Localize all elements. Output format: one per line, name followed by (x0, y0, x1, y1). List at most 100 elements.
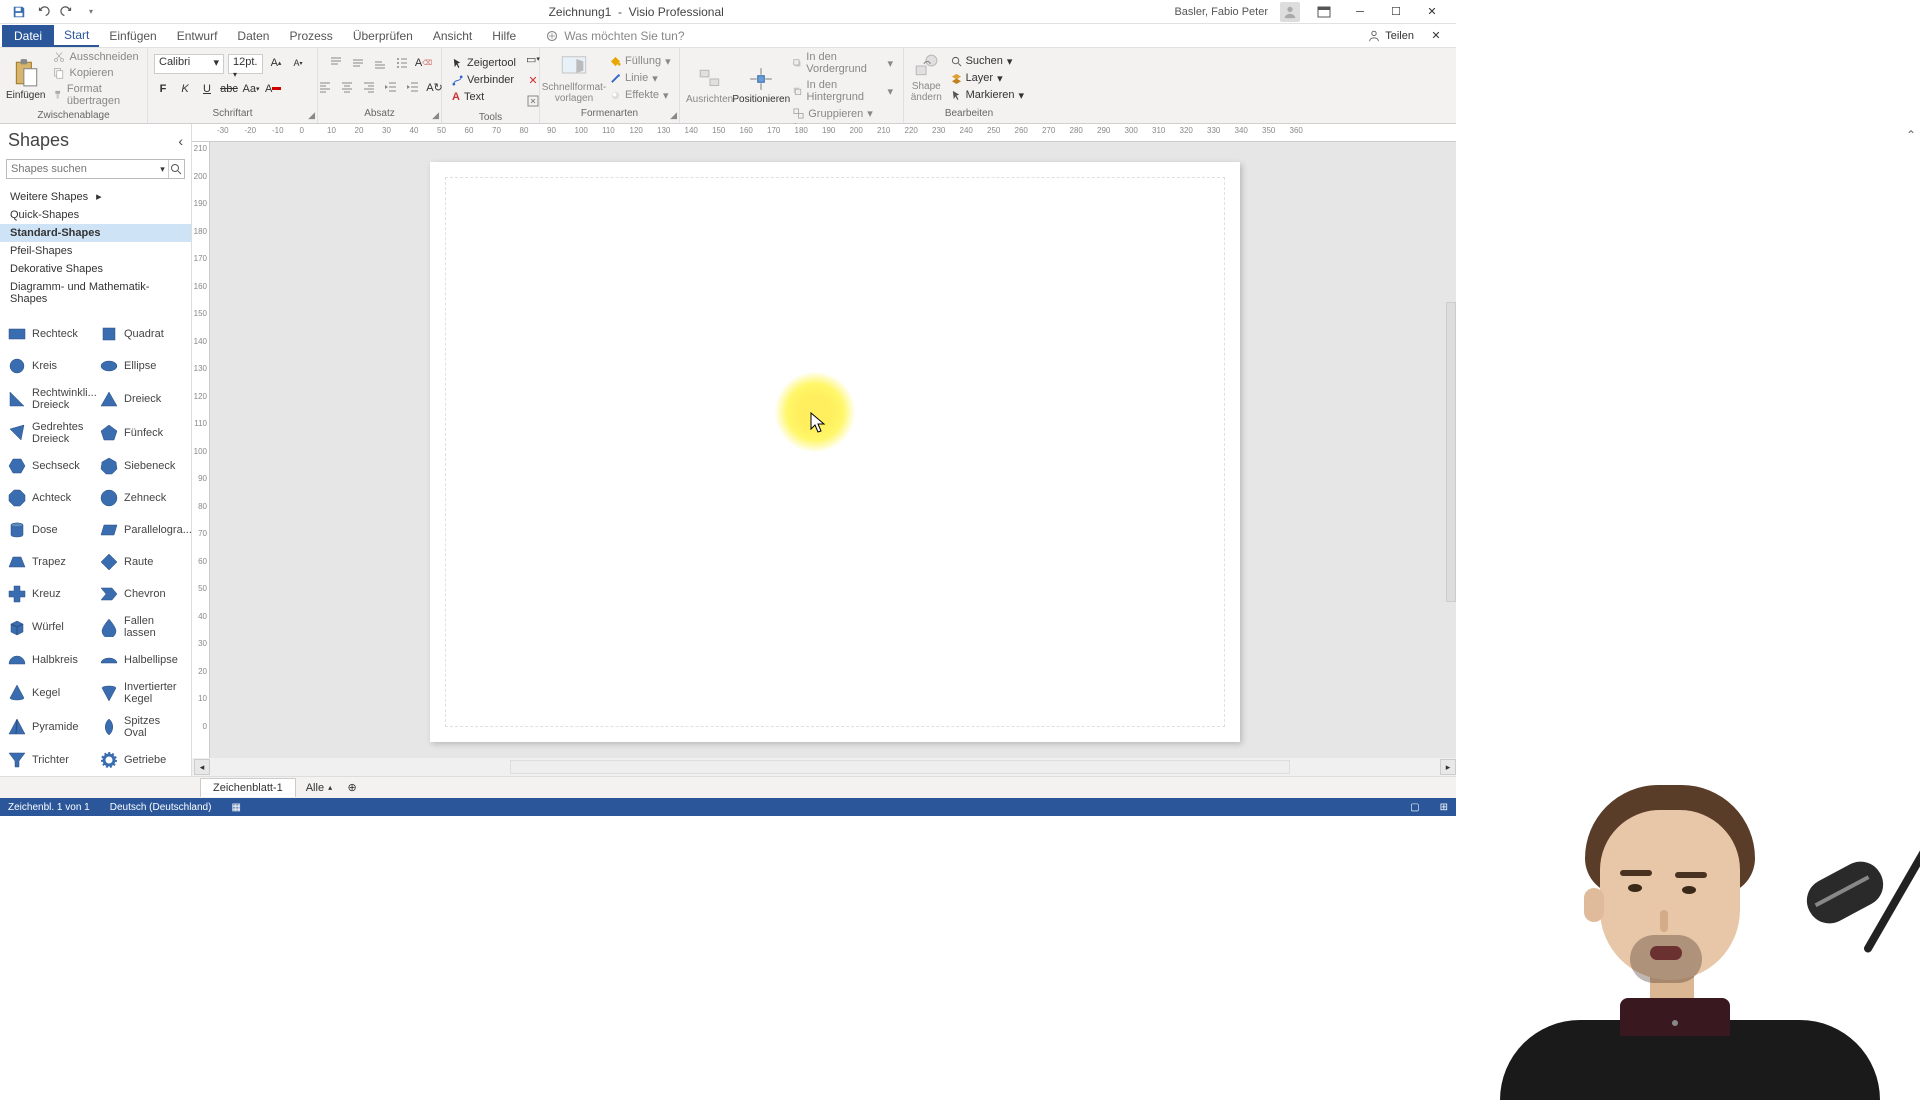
save-icon[interactable] (12, 5, 26, 19)
shape-semiell[interactable]: Halbellipse (94, 644, 186, 676)
tab-insert[interactable]: Einfügen (99, 26, 166, 46)
align-center-icon[interactable] (338, 78, 356, 96)
find-button[interactable]: Suchen ▾ (947, 54, 1028, 69)
vertical-scrollbar[interactable] (1446, 302, 1456, 602)
clear-format-icon[interactable]: A⌫ (415, 54, 433, 72)
italic-icon[interactable]: K (176, 80, 194, 98)
tab-review[interactable]: Überprüfen (343, 26, 423, 46)
hscroll-right-icon[interactable]: ▸ (1440, 759, 1456, 775)
shape-cube[interactable]: Würfel (2, 610, 94, 644)
minimize-icon[interactable]: ─ (1348, 2, 1372, 22)
shape-trap[interactable]: Trapez (2, 546, 94, 578)
shape-oct[interactable]: Achteck (2, 482, 94, 514)
comments-close-icon[interactable]: ✕ (1424, 26, 1448, 46)
font-name-select[interactable]: Calibri ▾ (154, 54, 224, 74)
shape-semi[interactable]: Halbkreis (2, 644, 94, 676)
align-middle-icon[interactable] (349, 54, 367, 72)
shape-rottri[interactable]: Gedrehtes Dreieck (2, 416, 94, 450)
stencil-diagram-shapes[interactable]: Diagramm- und Mathematik-Shapes (0, 278, 191, 308)
shape-dia[interactable]: Raute (94, 546, 186, 578)
tell-me-search[interactable]: Was möchten Sie tun? (546, 29, 684, 43)
shapestyles-launcher-icon[interactable]: ◢ (670, 110, 677, 121)
page-tab-1[interactable]: Zeichenblatt-1 (200, 778, 296, 797)
strikethrough-icon[interactable]: abc (220, 80, 238, 98)
increase-indent-icon[interactable] (404, 78, 422, 96)
align-left-icon[interactable] (316, 78, 334, 96)
font-size-select[interactable]: 12pt. ▾ (228, 54, 263, 74)
stencil-quick-shapes[interactable]: Quick-Shapes (0, 206, 191, 224)
paste-button[interactable]: Einfügen (6, 58, 45, 101)
tab-process[interactable]: Prozess (279, 26, 342, 46)
shape-cross[interactable]: Kreuz (2, 578, 94, 610)
tab-design[interactable]: Entwurf (167, 26, 228, 46)
undo-icon[interactable] (36, 5, 50, 19)
hscroll-left-icon[interactable]: ◂ (194, 759, 210, 775)
stencil-standard-shapes[interactable]: Standard-Shapes (0, 224, 191, 242)
rotate-text-icon[interactable]: A↻ (426, 78, 444, 96)
increase-font-icon[interactable]: A▴ (267, 54, 285, 72)
shape-pov[interactable]: Spitzes Oval (94, 710, 186, 744)
align-bottom-icon[interactable] (371, 54, 389, 72)
shape-can[interactable]: Dose (2, 514, 94, 546)
decrease-font-icon[interactable]: A▾ (289, 54, 307, 72)
shape-rect[interactable]: Rechteck (2, 318, 94, 350)
tab-data[interactable]: Daten (227, 26, 279, 46)
stencil-more-shapes[interactable]: Weitere Shapes▸ (0, 187, 191, 206)
shape-pent[interactable]: Fünfeck (94, 416, 186, 450)
align-right-icon[interactable] (360, 78, 378, 96)
shape-icone[interactable]: Invertierter Kegel (94, 676, 186, 710)
font-launcher-icon[interactable]: ◢ (308, 110, 315, 121)
select-button[interactable]: Markieren ▾ (947, 88, 1028, 103)
tab-help[interactable]: Hilfe (482, 26, 526, 46)
shape-hept[interactable]: Siebeneck (94, 450, 186, 482)
shape-circle[interactable]: Kreis (2, 350, 94, 382)
shape-drop[interactable]: Fallen lassen (94, 610, 186, 644)
text-tool-button[interactable]: AText (448, 90, 520, 104)
paragraph-launcher-icon[interactable]: ◢ (432, 110, 439, 121)
share-button[interactable]: Teilen (1367, 29, 1414, 43)
search-dropdown-icon[interactable]: ▾ (157, 160, 169, 178)
font-color-icon[interactable]: A (264, 80, 282, 98)
shape-tri[interactable]: Dreieck (94, 382, 186, 416)
shape-rtri[interactable]: Rechtwinkli... Dreieck (2, 382, 94, 416)
stencil-decorative-shapes[interactable]: Dekorative Shapes (0, 260, 191, 278)
shapes-search-input[interactable] (7, 160, 157, 178)
shape-para[interactable]: Parallelogra... (94, 514, 186, 546)
status-fit-icon[interactable]: ⊞ (1440, 802, 1448, 813)
shape-cone[interactable]: Kegel (2, 676, 94, 710)
drawing-canvas[interactable] (210, 142, 1456, 758)
shape-square[interactable]: Quadrat (94, 318, 186, 350)
shape-ellipse[interactable]: Ellipse (94, 350, 186, 382)
horizontal-scrollbar[interactable] (510, 760, 1290, 774)
tab-file[interactable]: Datei (2, 25, 54, 47)
shape-hex[interactable]: Sechseck (2, 450, 94, 482)
status-language[interactable]: Deutsch (Deutschland) (110, 802, 212, 813)
page-tab-all[interactable]: Alle ▴ (296, 779, 342, 797)
pointer-tool-button[interactable]: Zeigertool (448, 56, 520, 70)
drawing-page[interactable] (430, 162, 1240, 742)
redo-icon[interactable] (60, 5, 74, 19)
ribbon-display-options-icon[interactable] (1312, 2, 1336, 22)
stencil-arrow-shapes[interactable]: Pfeil-Shapes (0, 242, 191, 260)
tab-view[interactable]: Ansicht (423, 26, 482, 46)
case-icon[interactable]: Aa▾ (242, 80, 260, 98)
close-icon[interactable]: ✕ (1420, 2, 1444, 22)
underline-icon[interactable]: U (198, 80, 216, 98)
align-top-icon[interactable] (327, 54, 345, 72)
shape-dec[interactable]: Zehneck (94, 482, 186, 514)
shape-chev[interactable]: Chevron (94, 578, 186, 610)
shape-gear[interactable]: Getriebe (94, 744, 186, 776)
qat-dropdown-icon[interactable]: ▾ (84, 5, 98, 19)
collapse-ribbon-icon[interactable]: ⌃ (1906, 128, 1916, 142)
status-presentation-icon[interactable]: ▢ (1410, 802, 1419, 813)
decrease-indent-icon[interactable] (382, 78, 400, 96)
search-icon[interactable] (169, 160, 184, 178)
bullets-icon[interactable] (393, 54, 411, 72)
position-button[interactable]: Positionieren (737, 66, 785, 105)
status-macro-icon[interactable]: ▦ (231, 802, 240, 813)
connector-tool-button[interactable]: Verbinder (448, 73, 520, 87)
shape-funnel[interactable]: Trichter (2, 744, 94, 776)
layer-button[interactable]: Layer ▾ (947, 71, 1028, 86)
tab-home[interactable]: Start (54, 25, 99, 47)
bold-icon[interactable]: F (154, 80, 172, 98)
